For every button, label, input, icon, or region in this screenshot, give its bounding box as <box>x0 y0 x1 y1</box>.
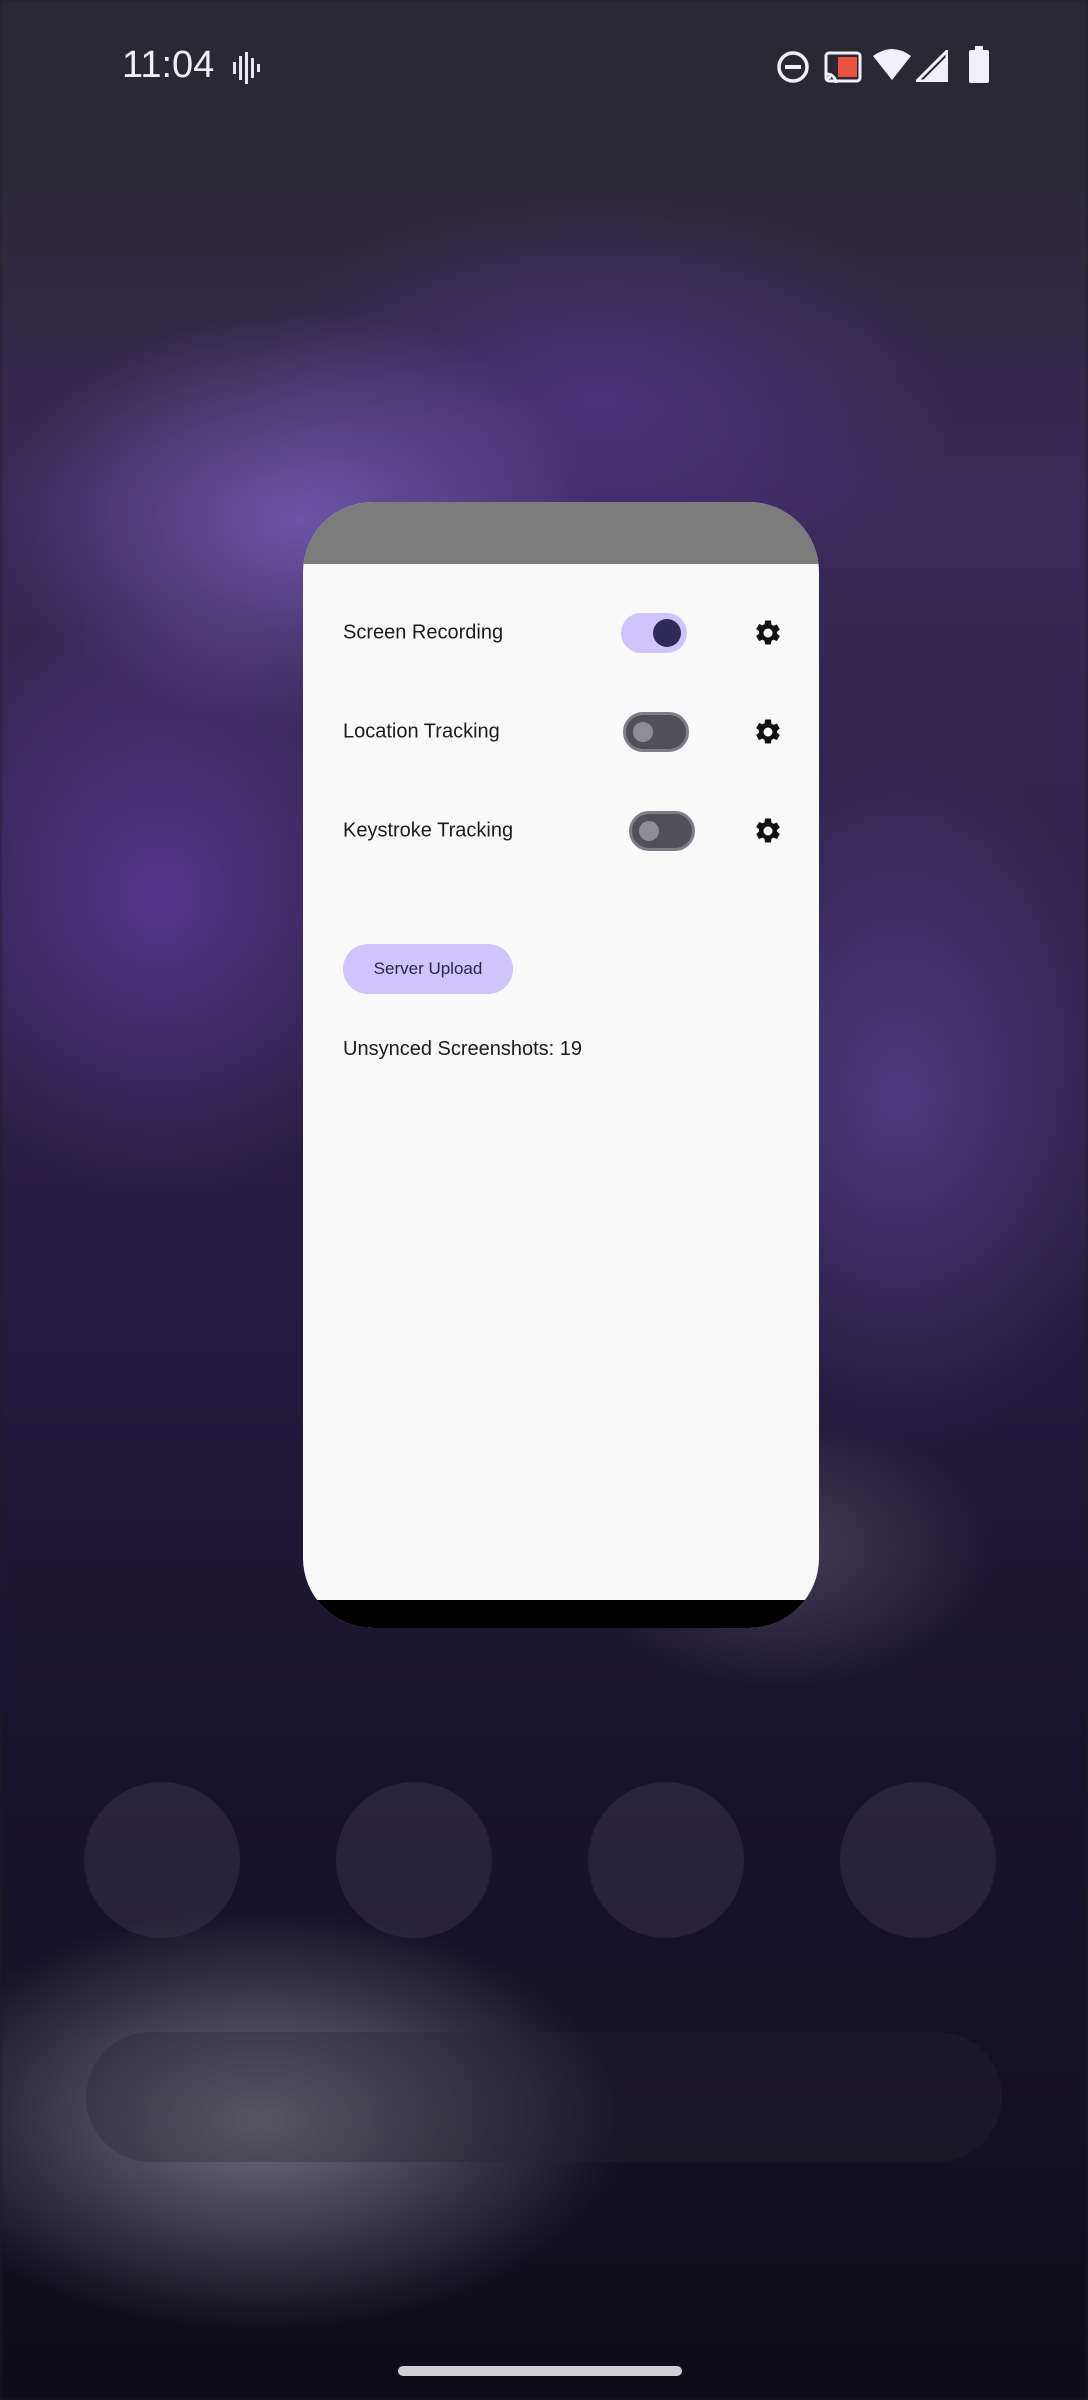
toggle-thumb <box>633 722 653 742</box>
dock-phone-icon[interactable] <box>84 1782 240 1938</box>
cell-signal-icon <box>913 47 949 87</box>
server-upload-button[interactable]: Server Upload <box>343 944 513 994</box>
row-screen-recording: Screen Recording <box>343 603 783 663</box>
window-bottom-bar <box>303 1600 819 1628</box>
row-location-tracking: Location Tracking <box>343 702 783 762</box>
unsynced-label: Unsynced Screenshots: <box>343 1038 555 1060</box>
gear-icon[interactable] <box>753 618 783 648</box>
unsynced-count: 19 <box>559 1038 583 1060</box>
location-tracking-toggle[interactable] <box>623 712 689 752</box>
wifi-icon <box>872 48 912 87</box>
screen-recording-label: Screen Recording <box>343 621 504 644</box>
battery-icon <box>968 46 990 89</box>
status-clock: 11:04 <box>122 44 215 86</box>
app-window: Screen Recording Location Tracking Keyst… <box>303 502 819 1628</box>
toggle-thumb <box>639 821 659 841</box>
screen-recording-toggle[interactable] <box>621 613 687 653</box>
dock-messages-icon[interactable] <box>336 1782 492 1938</box>
status-bar: 11:04 <box>0 0 1088 130</box>
cast-icon <box>824 50 862 89</box>
dock-chrome-icon[interactable] <box>588 1782 744 1938</box>
keystroke-tracking-label: Keystroke Tracking <box>343 819 514 842</box>
sound-wave-icon <box>232 52 260 89</box>
location-tracking-label: Location Tracking <box>343 720 500 743</box>
keystroke-tracking-toggle[interactable] <box>629 811 695 851</box>
home-search-bar[interactable] <box>86 2032 1002 2162</box>
dock-camera-icon[interactable] <box>840 1782 996 1938</box>
row-keystroke-tracking: Keystroke Tracking <box>343 801 783 861</box>
gear-icon[interactable] <box>753 717 783 747</box>
gear-icon[interactable] <box>753 816 783 846</box>
home-gesture-bar[interactable] <box>398 2366 682 2376</box>
window-drag-handle[interactable] <box>303 502 819 564</box>
do-not-disturb-icon <box>776 50 810 89</box>
toggle-thumb <box>653 619 681 647</box>
unsynced-screenshots-status: Unsynced Screenshots: 19 <box>343 1038 582 1061</box>
